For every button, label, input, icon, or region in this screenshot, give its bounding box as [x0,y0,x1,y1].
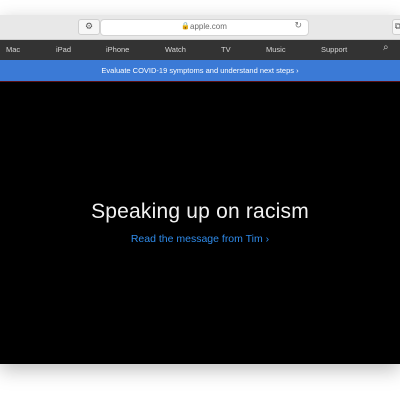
extension-icon[interactable]: ⚙ [78,19,100,35]
nav-item-watch[interactable]: Watch [165,45,186,54]
tabs-icon[interactable]: ⧉ [392,19,400,35]
search-icon[interactable]: ⌕ [383,42,395,56]
reload-icon[interactable]: ↻ [294,21,302,31]
global-nav: Mac iPad iPhone Watch TV Music Support ⌕ [0,40,400,60]
browser-toolbar: ⚙ 🔒 apple.com ↻ ⧉ [0,15,400,40]
nav-item-support[interactable]: Support [321,45,347,54]
hero-section: Speaking up on racism Read the message f… [0,81,400,364]
lock-icon: 🔒 [181,22,190,30]
covid-banner[interactable]: Evaluate COVID-19 symptoms and understan… [0,60,400,81]
url-text: apple.com [190,22,227,31]
address-bar[interactable]: 🔒 apple.com ↻ [100,19,309,36]
nav-item-tv[interactable]: TV [221,45,231,54]
nav-item-mac[interactable]: Mac [6,45,20,54]
hero-title: Speaking up on racism [91,200,309,223]
nav-item-music[interactable]: Music [266,45,286,54]
nav-item-iphone[interactable]: iPhone [106,45,129,54]
hero-divider [0,81,400,82]
banner-text[interactable]: Evaluate COVID-19 symptoms and understan… [101,66,298,75]
hero-link[interactable]: Read the message from Tim › [0,233,400,245]
nav-item-ipad[interactable]: iPad [56,45,71,54]
browser-window: ⚙ 🔒 apple.com ↻ ⧉ Mac iPad iPhone Watch … [0,15,400,364]
